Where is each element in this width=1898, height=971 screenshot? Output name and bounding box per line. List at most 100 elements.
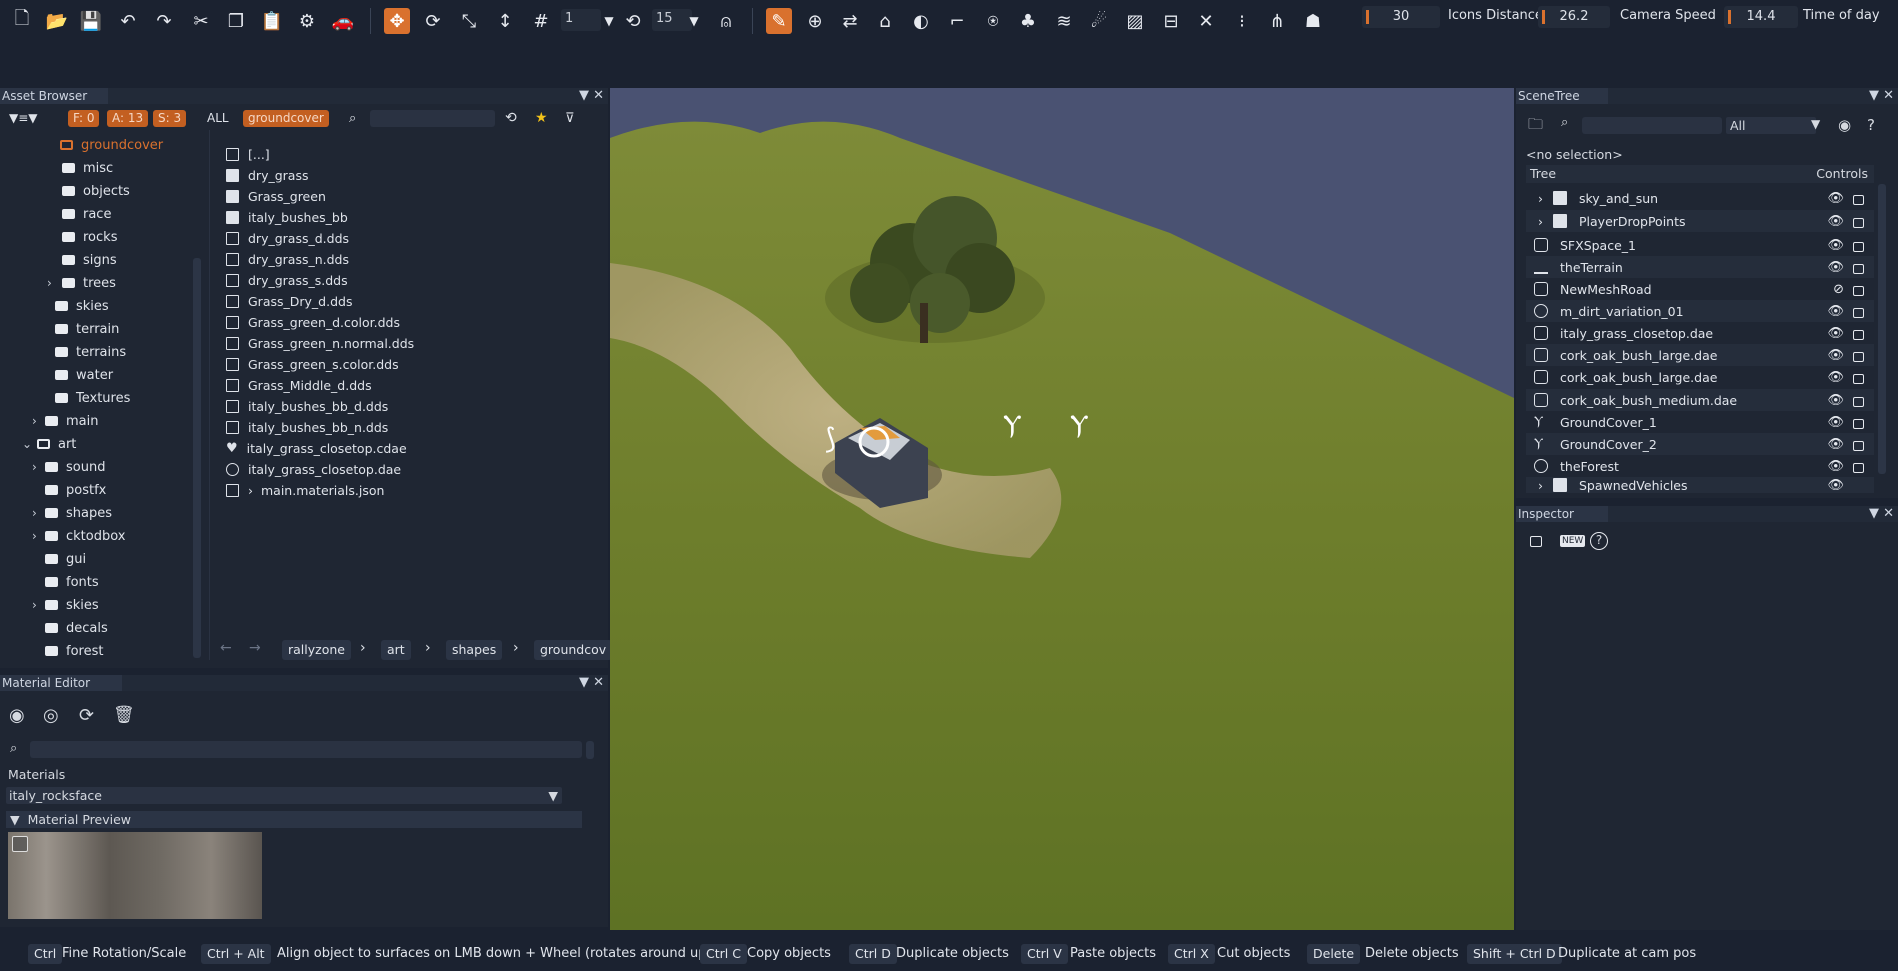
broadcast-icon[interactable]: ◉ — [1838, 116, 1851, 134]
lock-icon[interactable] — [1853, 330, 1864, 340]
help-icon[interactable]: ? — [1867, 116, 1875, 134]
chevron-right-icon[interactable]: › — [47, 276, 52, 290]
folder-item-groundcover[interactable]: groundcover — [60, 134, 163, 156]
3d-viewport[interactable]: ⟆ Ⲩ Ⲩ — [610, 88, 1514, 930]
refresh-icon[interactable]: ⟳ — [79, 705, 94, 726]
lock-icon[interactable] — [1853, 218, 1864, 228]
file-item[interactable]: dry_grass_n.dds — [226, 249, 349, 270]
scene-tree-scrollbar[interactable] — [1878, 184, 1886, 474]
ai-icon[interactable]: ☗ — [1300, 8, 1326, 34]
lock-icon[interactable] — [1853, 308, 1864, 318]
scene-item-cork-oak-bush-large[interactable]: cork_oak_bush_large.dae 👁 — [1526, 344, 1874, 366]
folder-item-water[interactable]: water — [55, 364, 113, 386]
folder-item-decals[interactable]: decals — [45, 617, 108, 639]
scene-item-groundcover-2[interactable]: Ⲩ GroundCover_2 👁 — [1526, 433, 1874, 455]
scene-item-groundcover-1[interactable]: Ⲩ GroundCover_1 👁 — [1526, 411, 1874, 433]
lock-icon[interactable] — [1853, 242, 1864, 252]
file-item[interactable]: dry_grass_s.dds — [226, 270, 348, 291]
scene-item-italy-grass-closetop[interactable]: italy_grass_closetop.dae 👁 — [1526, 322, 1874, 344]
visibility-eye-icon[interactable]: 👁 — [1827, 214, 1844, 229]
snap-to-terrain-icon[interactable]: ⍝ — [713, 8, 739, 34]
breadcrumb-item[interactable]: art — [381, 640, 411, 660]
chevron-right-icon[interactable]: › — [1538, 191, 1543, 206]
filter-f-chip[interactable]: F: 0 — [68, 110, 100, 127]
river-editor-icon[interactable]: ⍟ — [980, 8, 1006, 34]
filter-clear-icon[interactable]: ⊽ — [560, 110, 580, 127]
visibility-eye-icon[interactable]: 👁 — [1827, 326, 1844, 341]
settings-gear-icon[interactable]: ⚙ — [294, 8, 320, 34]
folder-item-terrain[interactable]: terrain — [55, 318, 119, 340]
scene-filter-select[interactable]: All — [1726, 117, 1816, 134]
redo-icon[interactable]: ↷ — [151, 8, 177, 34]
folder-item-misc[interactable]: misc — [62, 157, 113, 179]
folder-item-cktodbox[interactable]: cktodbox — [45, 525, 125, 547]
folder-item-sound[interactable]: sound — [45, 456, 105, 478]
undo-icon[interactable]: ↶ — [115, 8, 141, 34]
folder-item-objects[interactable]: objects — [62, 180, 130, 202]
chevron-right-icon[interactable]: › — [32, 460, 37, 474]
dock-menu-icon[interactable]: ▼ — [579, 88, 589, 103]
new-icon[interactable]: NEW — [1560, 535, 1586, 547]
scene-search-input[interactable] — [1582, 117, 1722, 134]
cap-editor-icon[interactable]: ⌂ — [872, 8, 898, 34]
material-ball-alt-icon[interactable]: ◎ — [43, 705, 59, 726]
material-search-input[interactable] — [30, 741, 582, 758]
sculpt-icon[interactable]: ☄ — [1086, 8, 1112, 34]
file-item[interactable]: Grass_green_n.normal.dds — [226, 333, 414, 354]
folder-item-art[interactable]: art — [37, 433, 76, 455]
dock-menu-icon[interactable]: ▼ — [1869, 506, 1879, 521]
chevron-down-icon[interactable]: ⌄ — [22, 437, 32, 451]
folder-item-forest[interactable]: forest — [45, 640, 103, 662]
file-item[interactable]: › main.materials.json — [226, 480, 384, 501]
chevron-right-icon[interactable]: › — [248, 483, 253, 498]
view-options-icon[interactable]: ▼≡▼ — [4, 110, 43, 127]
material-select[interactable]: italy_rocksface ▼ — [6, 787, 562, 804]
file-item[interactable]: Grass_green_s.color.dds — [226, 354, 399, 375]
lock-icon[interactable] — [1853, 264, 1864, 274]
chevron-right-icon[interactable]: › — [32, 506, 37, 520]
visibility-hidden-eye-icon[interactable]: ⊘ — [1833, 282, 1844, 297]
lock-icon[interactable] — [1853, 352, 1864, 362]
folder-item-trees[interactable]: trees — [62, 272, 116, 294]
pencil-edit-icon[interactable]: ✎ — [766, 8, 792, 34]
asset-search-input[interactable] — [370, 110, 495, 127]
file-item[interactable]: Grass_green_d.color.dds — [226, 312, 400, 333]
folder-item-rocks[interactable]: rocks — [62, 226, 117, 248]
lock-icon[interactable] — [1853, 441, 1864, 451]
copy-icon[interactable]: ❐ — [223, 8, 249, 34]
file-item[interactable]: italy_bushes_bb_n.dds — [226, 417, 388, 438]
scale-gizmo-icon[interactable]: ⤡ — [456, 8, 482, 34]
world-local-axis-icon[interactable]: ↕ — [492, 8, 518, 34]
cut-icon[interactable]: ✂ — [188, 8, 214, 34]
trash-icon[interactable]: 🗑 — [113, 705, 135, 725]
add-folder-icon[interactable]: 🗀 — [1528, 114, 1543, 139]
breadcrumb-item[interactable]: rallyzone — [282, 640, 351, 660]
add-object-icon[interactable]: ⊕ — [802, 8, 828, 34]
filter-s-chip[interactable]: S: 3 — [153, 110, 187, 127]
paste-icon[interactable]: 📋 — [259, 8, 285, 34]
folder-item-fonts[interactable]: fonts — [45, 571, 99, 593]
file-item[interactable]: italy_bushes_bb_d.dds — [226, 396, 388, 417]
chevron-right-icon[interactable]: › — [32, 414, 37, 428]
visibility-eye-icon[interactable]: 👁 — [1827, 304, 1844, 319]
lock-icon[interactable] — [1853, 419, 1864, 429]
lock-icon[interactable] — [1530, 536, 1542, 547]
scene-item-sky-and-sun[interactable]: › sky_and_sun 👁 — [1526, 187, 1874, 209]
folder-item-signs[interactable]: signs — [62, 249, 117, 271]
history-icon[interactable]: ⟲ — [500, 110, 522, 127]
folder-item-main[interactable]: main — [45, 410, 98, 432]
grid-size-input[interactable]: 1 — [561, 9, 601, 31]
file-item[interactable]: ♥ italy_grass_closetop.cdae — [226, 438, 407, 459]
visibility-eye-icon[interactable]: 👁 — [1827, 191, 1844, 206]
folder-item-race[interactable]: race — [62, 203, 111, 225]
folder-item-postfx[interactable]: postfx — [45, 479, 106, 501]
time-of-day-slider[interactable]: 14.4 — [1724, 6, 1798, 28]
visibility-eye-icon[interactable]: 👁 — [1827, 260, 1844, 275]
file-item[interactable]: Grass_Dry_d.dds — [226, 291, 352, 312]
folder-item-gui[interactable]: gui — [45, 548, 86, 570]
visibility-eye-icon[interactable]: 👁 — [1827, 348, 1844, 363]
visibility-eye-icon[interactable]: 👁 — [1827, 415, 1844, 430]
material-preview-header[interactable]: ▼ Material Preview — [6, 811, 582, 828]
open-folder-icon[interactable]: 📂 — [44, 8, 70, 34]
folder-item-terrains[interactable]: terrains — [55, 341, 126, 363]
